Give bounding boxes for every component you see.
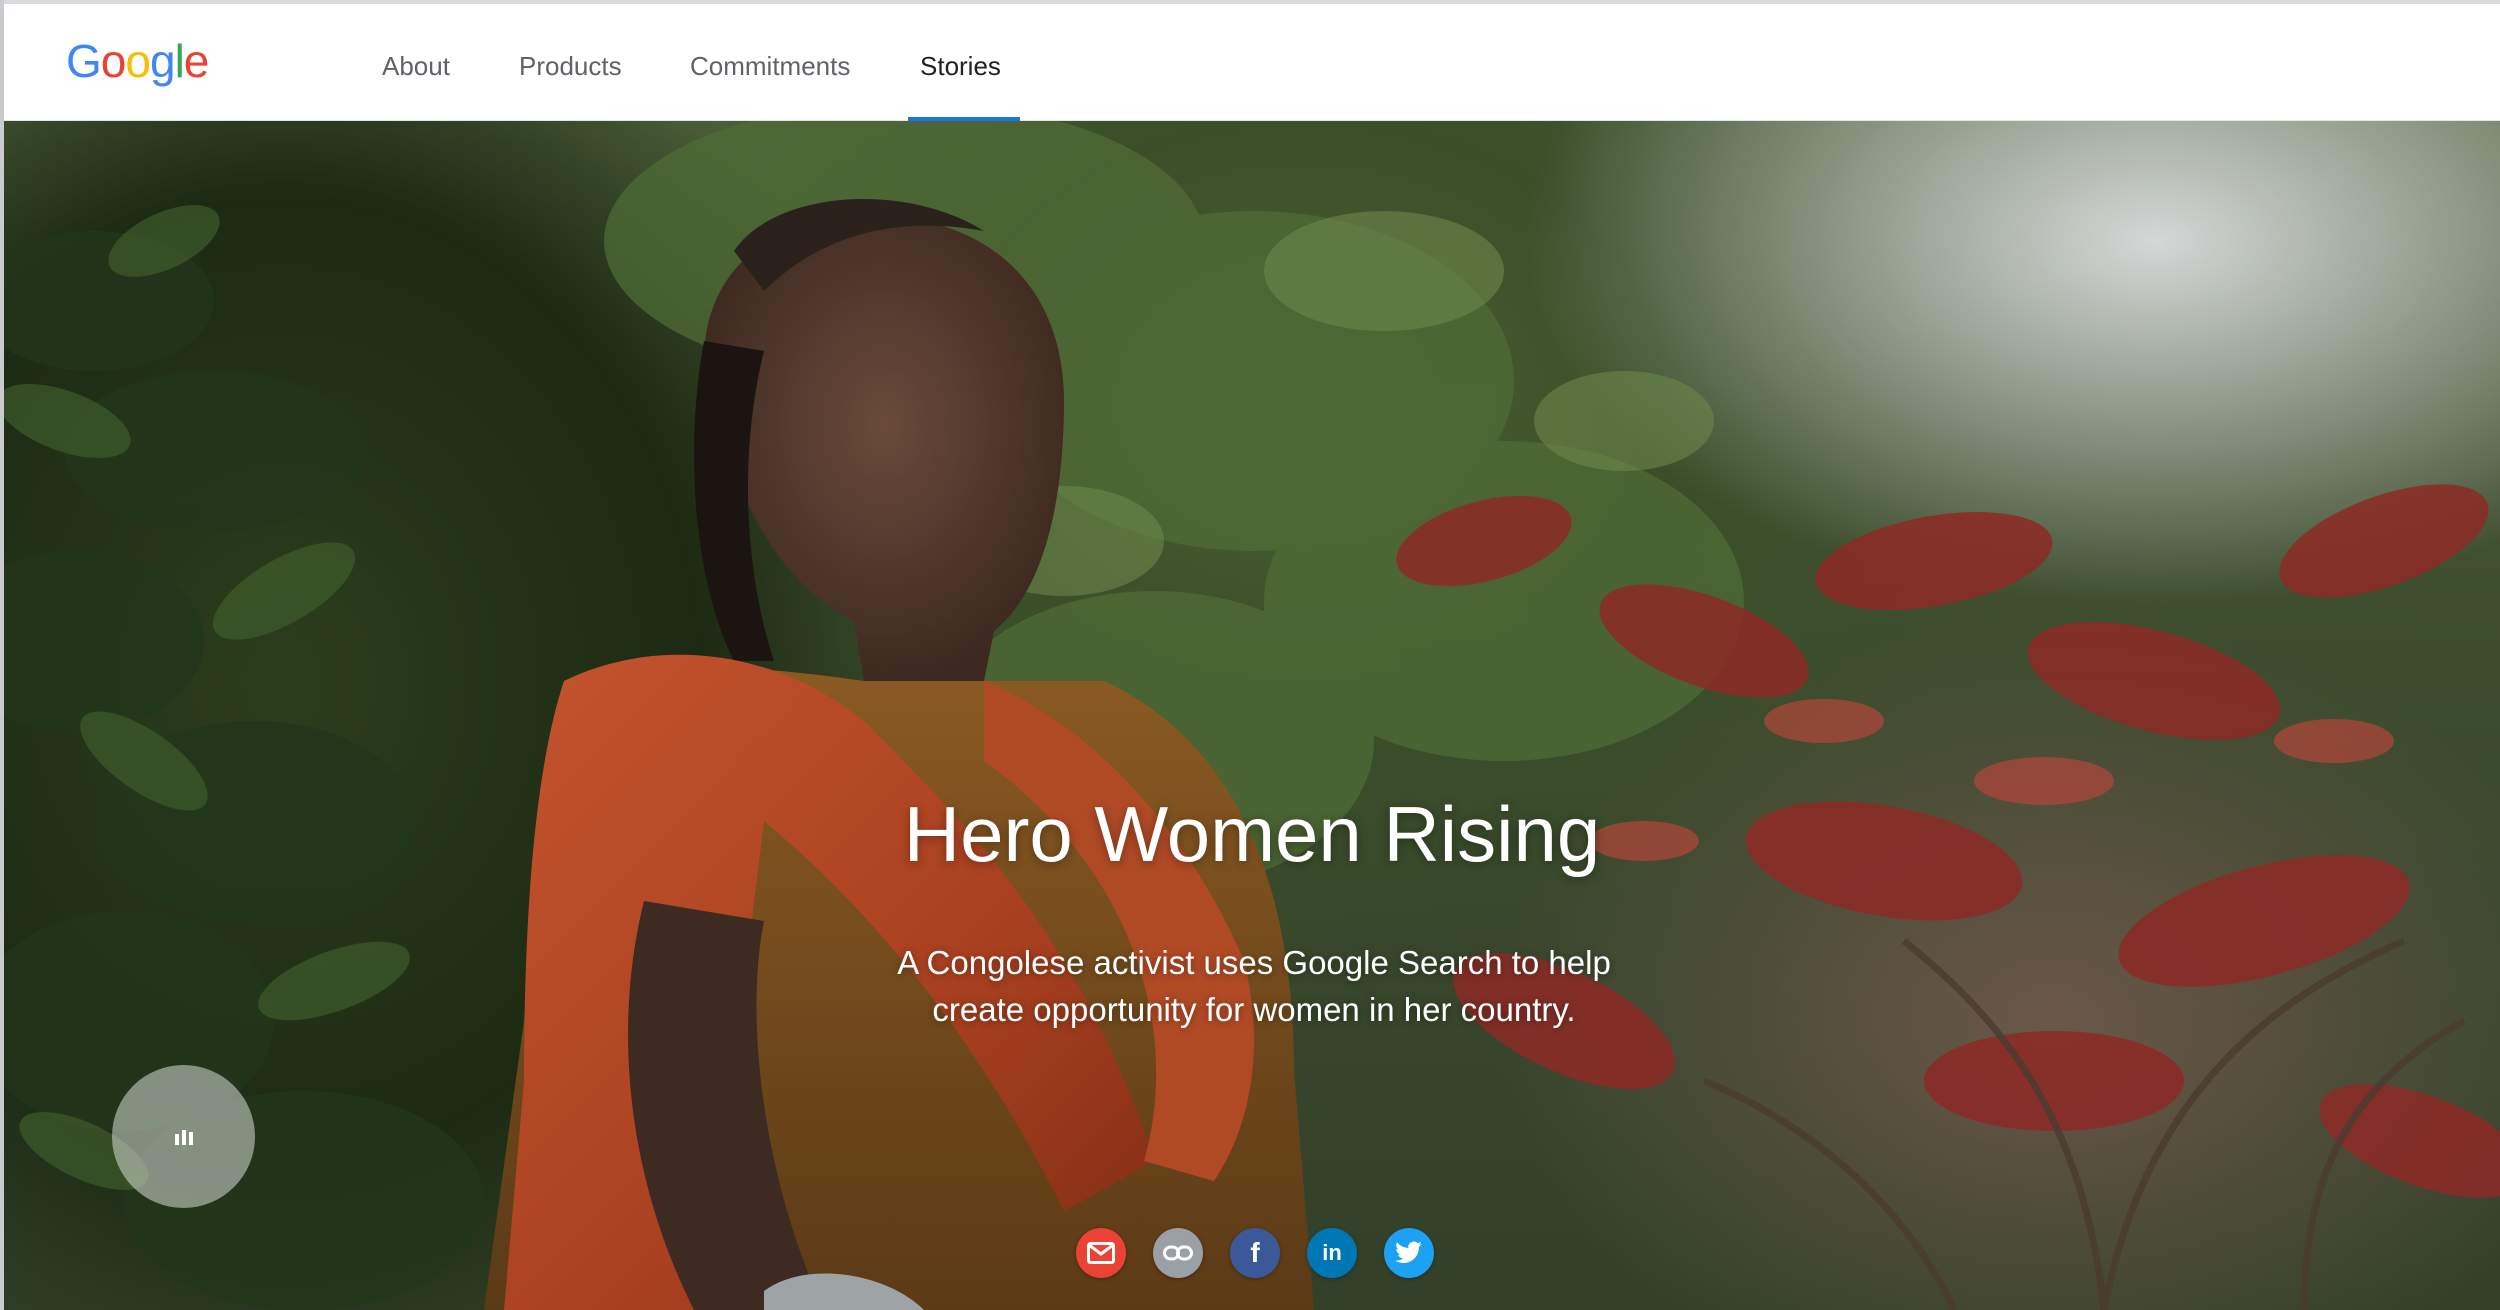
- nav-item-about[interactable]: About: [382, 4, 450, 121]
- hero-subtitle: A Congolese activist uses Google Search …: [844, 939, 1664, 1033]
- twitter-icon: [1395, 1241, 1422, 1264]
- hero-photo: [4, 121, 2500, 1310]
- audio-play-button[interactable]: [112, 1065, 255, 1208]
- logo-letter: o: [100, 35, 127, 87]
- hero-section: Hero Women Rising A Congolese activist u…: [4, 121, 2500, 1310]
- google-logo[interactable]: Google: [66, 35, 210, 87]
- logo-letter: g: [149, 35, 176, 87]
- audio-bars-icon: [174, 1129, 193, 1145]
- hero-title: Hero Women Rising: [903, 790, 1601, 878]
- facebook-icon: f: [1250, 1237, 1260, 1268]
- logo-letter: G: [66, 35, 102, 87]
- nav-item-stories[interactable]: Stories: [920, 4, 1001, 121]
- nav-item-products[interactable]: Products: [519, 4, 622, 121]
- site-header: Google About Products Commitments Storie…: [4, 4, 2500, 121]
- logo-letter: e: [183, 35, 210, 87]
- envelope-icon: [1087, 1242, 1115, 1264]
- logo-letter: o: [125, 35, 151, 87]
- linkedin-icon: in: [1322, 1240, 1342, 1265]
- window-left-edge: [0, 0, 4, 1310]
- share-link-button[interactable]: [1153, 1228, 1203, 1278]
- share-facebook-button[interactable]: f: [1230, 1228, 1280, 1278]
- hero-subtitle-line-2: create opportunity for women in her coun…: [932, 991, 1576, 1028]
- nav-item-commitments[interactable]: Commitments: [690, 4, 850, 121]
- link-icon: [1163, 1245, 1193, 1261]
- share-twitter-button[interactable]: [1384, 1228, 1434, 1278]
- logo-letter: l: [174, 35, 185, 87]
- share-linkedin-button[interactable]: in: [1307, 1228, 1357, 1278]
- share-email-button[interactable]: [1076, 1228, 1126, 1278]
- hero-subtitle-line-1: A Congolese activist uses Google Search …: [897, 944, 1611, 981]
